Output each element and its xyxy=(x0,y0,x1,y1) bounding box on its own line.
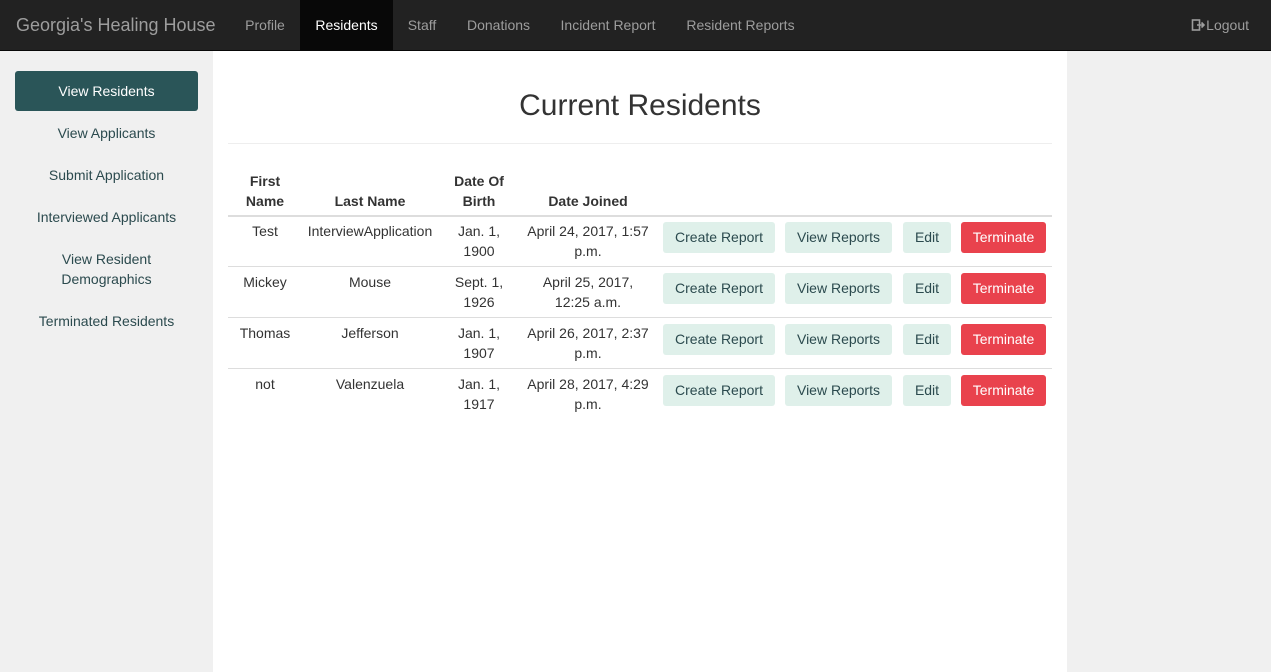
nav-donations[interactable]: Donations xyxy=(452,0,545,50)
header-date-of-birth: Date Of Birth xyxy=(454,173,504,209)
cell-date-of-birth: Jan. 1, 1917 xyxy=(457,376,501,412)
terminate-button[interactable]: Terminate xyxy=(961,273,1046,304)
row-divider xyxy=(228,317,1052,318)
nav-incident-report[interactable]: Incident Report xyxy=(545,0,671,50)
sidebar-item-submit-application[interactable]: Submit Application xyxy=(15,165,198,185)
edit-button[interactable]: Edit xyxy=(903,222,951,253)
view-reports-button[interactable]: View Reports xyxy=(785,375,892,406)
title-divider xyxy=(228,143,1052,144)
terminate-button[interactable]: Terminate xyxy=(961,375,1046,406)
edit-button[interactable]: Edit xyxy=(903,273,951,304)
nav-profile[interactable]: Profile xyxy=(231,0,299,50)
sidebar-item-view-residents[interactable]: View Residents xyxy=(15,71,198,111)
cell-date-joined: April 25, 2017, 12:25 a.m. xyxy=(542,274,634,310)
cell-date-of-birth: Jan. 1, 1907 xyxy=(457,325,501,361)
create-report-button[interactable]: Create Report xyxy=(663,273,775,304)
cell-first-name: Mickey xyxy=(243,274,287,290)
brand-link[interactable]: Georgia's Healing House xyxy=(16,0,216,50)
right-gutter xyxy=(1067,51,1271,672)
view-reports-button[interactable]: View Reports xyxy=(785,222,892,253)
cell-last-name: Jefferson xyxy=(341,325,399,341)
cell-date-joined: April 24, 2017, 1:57 p.m. xyxy=(527,223,649,259)
sidebar: View Residents View Applicants Submit Ap… xyxy=(0,51,213,672)
top-navbar: Georgia's Healing House Profile Resident… xyxy=(0,0,1271,51)
table-header-divider xyxy=(228,215,1052,217)
create-report-button[interactable]: Create Report xyxy=(663,375,775,406)
cell-first-name: Thomas xyxy=(239,325,291,341)
header-last-name: Last Name xyxy=(334,193,406,209)
cell-last-name: Valenzuela xyxy=(335,376,405,392)
edit-button[interactable]: Edit xyxy=(903,375,951,406)
edit-button[interactable]: Edit xyxy=(903,324,951,355)
header-date-joined: Date Joined xyxy=(548,193,628,209)
cell-first-name: not xyxy=(255,376,275,392)
page-title: Current Residents xyxy=(519,89,761,122)
cell-first-name: Test xyxy=(252,223,278,239)
view-reports-button[interactable]: View Reports xyxy=(785,273,892,304)
cell-date-joined: April 26, 2017, 2:37 p.m. xyxy=(527,325,649,361)
sidebar-item-resident-demographics[interactable]: View Resident Demographics xyxy=(45,249,168,289)
create-report-button[interactable]: Create Report xyxy=(663,324,775,355)
logout-label: Logout xyxy=(1206,17,1249,33)
cell-last-name: InterviewApplication xyxy=(307,223,433,239)
nav-resident-reports[interactable]: Resident Reports xyxy=(671,0,810,50)
row-divider xyxy=(228,266,1052,267)
cell-date-of-birth: Jan. 1, 1900 xyxy=(457,223,501,259)
main-content: Current Residents First Name Last Name D… xyxy=(213,51,1067,672)
header-first-name: First Name xyxy=(245,173,285,209)
cell-date-joined: April 28, 2017, 4:29 p.m. xyxy=(527,376,649,412)
nav-residents[interactable]: Residents xyxy=(300,0,393,50)
terminate-button[interactable]: Terminate xyxy=(961,222,1046,253)
logout-icon xyxy=(1191,18,1206,32)
sidebar-item-interviewed-applicants[interactable]: Interviewed Applicants xyxy=(15,207,198,227)
view-reports-button[interactable]: View Reports xyxy=(785,324,892,355)
sidebar-item-terminated-residents[interactable]: Terminated Residents xyxy=(15,311,198,331)
sidebar-item-view-applicants[interactable]: View Applicants xyxy=(15,123,198,143)
terminate-button[interactable]: Terminate xyxy=(961,324,1046,355)
nav-staff[interactable]: Staff xyxy=(393,0,451,50)
logout-link[interactable]: Logout xyxy=(1191,0,1249,50)
cell-date-of-birth: Sept. 1, 1926 xyxy=(454,274,504,310)
create-report-button[interactable]: Create Report xyxy=(663,222,775,253)
cell-last-name: Mouse xyxy=(348,274,392,290)
row-divider xyxy=(228,368,1052,369)
